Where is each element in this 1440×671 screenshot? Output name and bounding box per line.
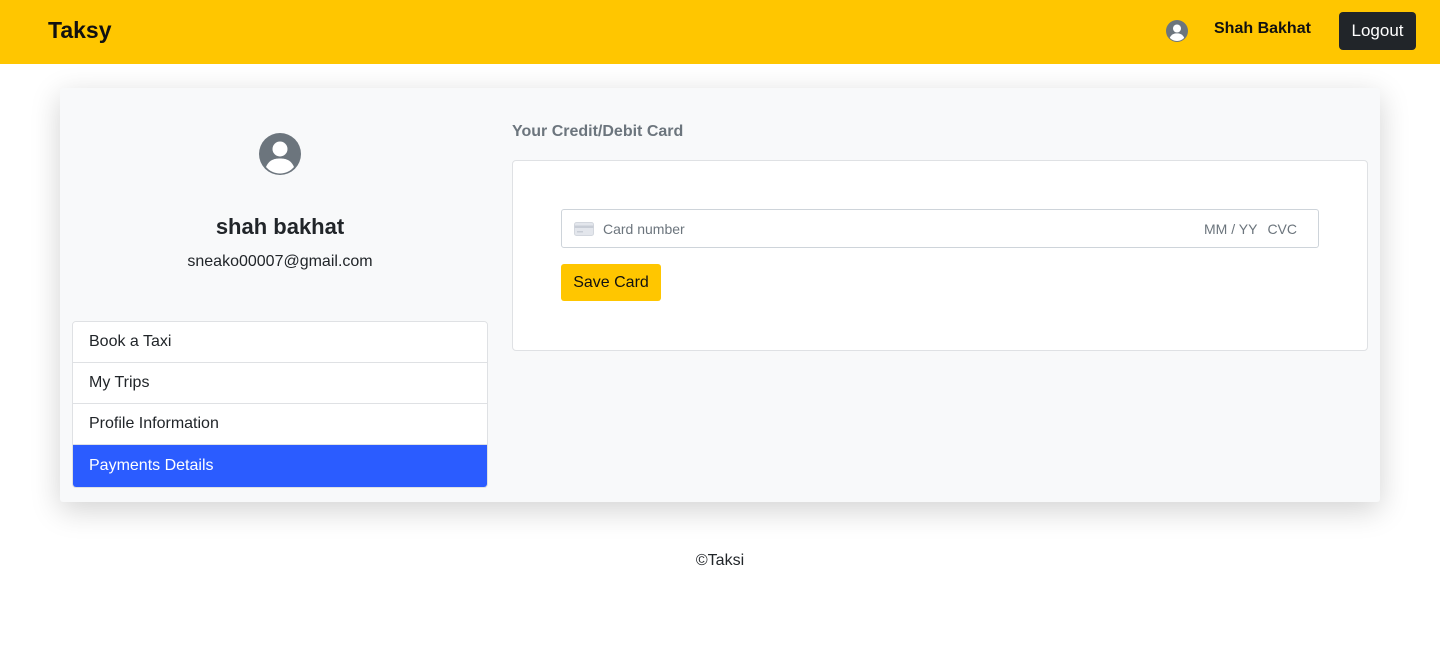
profile-email: sneako00007@gmail.com bbox=[187, 253, 373, 270]
menu-item-profile-information[interactable]: Profile Information bbox=[73, 404, 487, 445]
save-card-button[interactable]: Save Card bbox=[561, 264, 661, 301]
menu-item-payments-details[interactable]: Payments Details bbox=[73, 445, 487, 487]
profile-name: shah bakhat bbox=[215, 214, 345, 239]
menu-item-my-trips[interactable]: My Trips bbox=[73, 363, 487, 404]
logout-button[interactable]: Logout bbox=[1339, 12, 1416, 50]
top-navbar: Taksy Shah Bakhat Logout bbox=[0, 0, 1440, 64]
card-expiry-field[interactable]: MM / YY bbox=[1204, 221, 1257, 237]
footer-copyright: ©Taksi bbox=[695, 552, 745, 569]
account-panel: shah bakhat sneako00007@gmail.com Book a… bbox=[60, 88, 1380, 502]
card-number-placeholder[interactable]: Card number bbox=[603, 221, 1204, 237]
payment-card-box: Card number MM / YY CVC Save Card bbox=[512, 160, 1368, 351]
brand-logo[interactable]: Taksy bbox=[48, 17, 112, 44]
profile-avatar-icon bbox=[259, 133, 301, 175]
menu-item-book-taxi[interactable]: Book a Taxi bbox=[73, 322, 487, 363]
payment-section-title: Your Credit/Debit Card bbox=[512, 123, 684, 140]
nav-user-name[interactable]: Shah Bakhat bbox=[1214, 20, 1311, 38]
card-number-input[interactable]: Card number MM / YY CVC bbox=[561, 209, 1319, 248]
side-menu: Book a Taxi My Trips Profile Information… bbox=[72, 321, 488, 488]
credit-card-icon bbox=[574, 221, 594, 236]
card-cvc-field[interactable]: CVC bbox=[1267, 221, 1297, 237]
user-avatar-icon[interactable] bbox=[1166, 20, 1188, 42]
